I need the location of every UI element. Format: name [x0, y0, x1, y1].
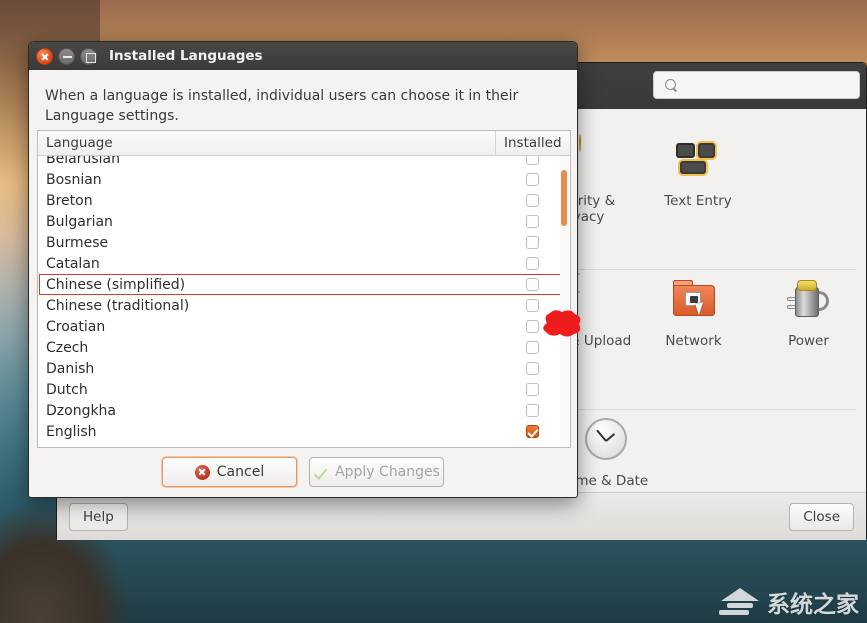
installed-checkbox-cell[interactable]: [495, 278, 570, 291]
installed-checkbox-cell[interactable]: [495, 425, 570, 438]
dialog-action-buttons: Cancel Apply Changes: [29, 457, 577, 487]
installed-checkbox-cell[interactable]: [495, 362, 570, 375]
language-name: Chinese (traditional): [46, 297, 190, 314]
column-header-installed[interactable]: Installed: [495, 131, 570, 155]
apply-changes-button[interactable]: Apply Changes: [309, 457, 444, 487]
installed-checkbox-cell[interactable]: [495, 383, 570, 396]
cancel-icon: [194, 464, 210, 480]
language-name: Belarusian: [46, 156, 120, 167]
installed-checkbox-cell[interactable]: [495, 341, 570, 354]
language-row[interactable]: Bulgarian: [38, 211, 570, 232]
language-name: Dutch: [46, 381, 88, 398]
language-name: Bulgarian: [46, 213, 113, 230]
cancel-button[interactable]: Cancel: [162, 457, 297, 487]
installed-checkbox[interactable]: [526, 173, 539, 186]
battery-icon: [785, 275, 833, 323]
settings-item-label: Power: [788, 333, 829, 349]
settings-item-label: Network: [665, 333, 722, 349]
watermark-text: 系统之家: [767, 592, 859, 618]
language-name: Breton: [46, 192, 93, 209]
keyboard-icon: [674, 135, 722, 183]
language-name: Catalan: [46, 255, 100, 272]
dialog-description: When a language is installed, individual…: [45, 88, 519, 125]
language-name: Danish: [46, 360, 95, 377]
language-name: Dzongkha: [46, 402, 117, 419]
scrollbar-track[interactable]: [560, 156, 569, 447]
language-row[interactable]: Burmese: [38, 232, 570, 253]
installed-checkbox[interactable]: [526, 341, 539, 354]
clock-icon: [582, 415, 630, 463]
cancel-button-label: Cancel: [216, 464, 265, 480]
column-header-language[interactable]: Language: [38, 131, 495, 155]
installed-checkbox-cell[interactable]: [495, 236, 570, 249]
settings-item-power[interactable]: Power: [751, 275, 866, 349]
dialog-titlebar: Installed Languages: [29, 42, 577, 70]
language-name: Chinese (simplified): [46, 276, 186, 293]
installed-checkbox[interactable]: [526, 194, 539, 207]
language-name: Czech: [46, 339, 89, 356]
installed-checkbox-cell[interactable]: [495, 320, 570, 333]
language-row[interactable]: Croatian: [38, 316, 570, 337]
installed-checkbox-cell[interactable]: [495, 156, 570, 165]
language-row[interactable]: Dzongkha: [38, 400, 570, 421]
language-rows: Belarusian Bosnian Breton Bulgarian Burmese C…: [38, 156, 570, 442]
installed-checkbox[interactable]: [526, 299, 539, 312]
language-row[interactable]: English: [38, 421, 570, 442]
installed-checkbox-cell[interactable]: [495, 173, 570, 186]
language-row[interactable]: Czech: [38, 337, 570, 358]
settings-item-label: Text Entry: [664, 193, 732, 209]
language-row[interactable]: Belarusian: [38, 156, 570, 169]
window-minimize-icon[interactable]: [58, 47, 75, 65]
language-row[interactable]: Bosnian: [38, 169, 570, 190]
installed-languages-dialog: Installed Languages When a language is i…: [28, 41, 581, 498]
installed-checkbox-cell[interactable]: [495, 194, 570, 207]
scrollbar-thumb[interactable]: [561, 170, 567, 226]
window-maximize-icon[interactable]: [80, 47, 97, 65]
installed-checkbox[interactable]: [526, 257, 539, 270]
language-list: Language Installed Belarusian Bosnian Bret…: [37, 130, 571, 448]
installed-checkbox[interactable]: [526, 320, 539, 333]
network-folder-icon: [670, 275, 718, 323]
window-close-icon[interactable]: [36, 47, 53, 65]
language-name: Croatian: [46, 318, 106, 335]
installed-checkbox[interactable]: [526, 236, 539, 249]
checkmark-icon: [313, 465, 328, 480]
language-row[interactable]: Chinese (simplified): [38, 274, 570, 295]
installed-checkbox[interactable]: [526, 404, 539, 417]
installed-checkbox[interactable]: [526, 425, 539, 438]
language-name: Bosnian: [46, 171, 102, 188]
installed-checkbox-cell[interactable]: [495, 404, 570, 417]
help-button[interactable]: Help: [69, 503, 128, 531]
close-button[interactable]: Close: [789, 503, 854, 531]
settings-item-text-entry[interactable]: Text Entry: [639, 135, 757, 225]
language-name: English: [46, 423, 97, 440]
language-list-header: Language Installed: [38, 131, 570, 156]
installed-checkbox[interactable]: [526, 383, 539, 396]
language-row[interactable]: Dutch: [38, 379, 570, 400]
language-row[interactable]: Catalan: [38, 253, 570, 274]
installed-checkbox[interactable]: [526, 156, 539, 165]
settings-footer: Help Close: [57, 492, 866, 540]
installed-checkbox[interactable]: [526, 278, 539, 291]
language-row[interactable]: Danish: [38, 358, 570, 379]
settings-item-network[interactable]: Network: [636, 275, 751, 349]
installed-checkbox-cell[interactable]: [495, 257, 570, 270]
language-list-scrollarea[interactable]: Belarusian Bosnian Breton Bulgarian Burmese C…: [38, 156, 570, 447]
dialog-title: Installed Languages: [109, 48, 263, 64]
search-icon: [665, 78, 678, 92]
language-name: Burmese: [46, 234, 109, 251]
installed-checkbox-cell[interactable]: [495, 299, 570, 312]
installed-checkbox[interactable]: [526, 362, 539, 375]
installed-checkbox-cell[interactable]: [495, 215, 570, 228]
language-row[interactable]: Breton: [38, 190, 570, 211]
watermark: 系统之家: [717, 585, 859, 619]
language-row[interactable]: Chinese (traditional): [38, 295, 570, 316]
apply-button-label: Apply Changes: [335, 464, 440, 480]
installed-checkbox[interactable]: [526, 215, 539, 228]
house-logo-icon: [717, 587, 763, 617]
search-input[interactable]: [653, 71, 860, 99]
